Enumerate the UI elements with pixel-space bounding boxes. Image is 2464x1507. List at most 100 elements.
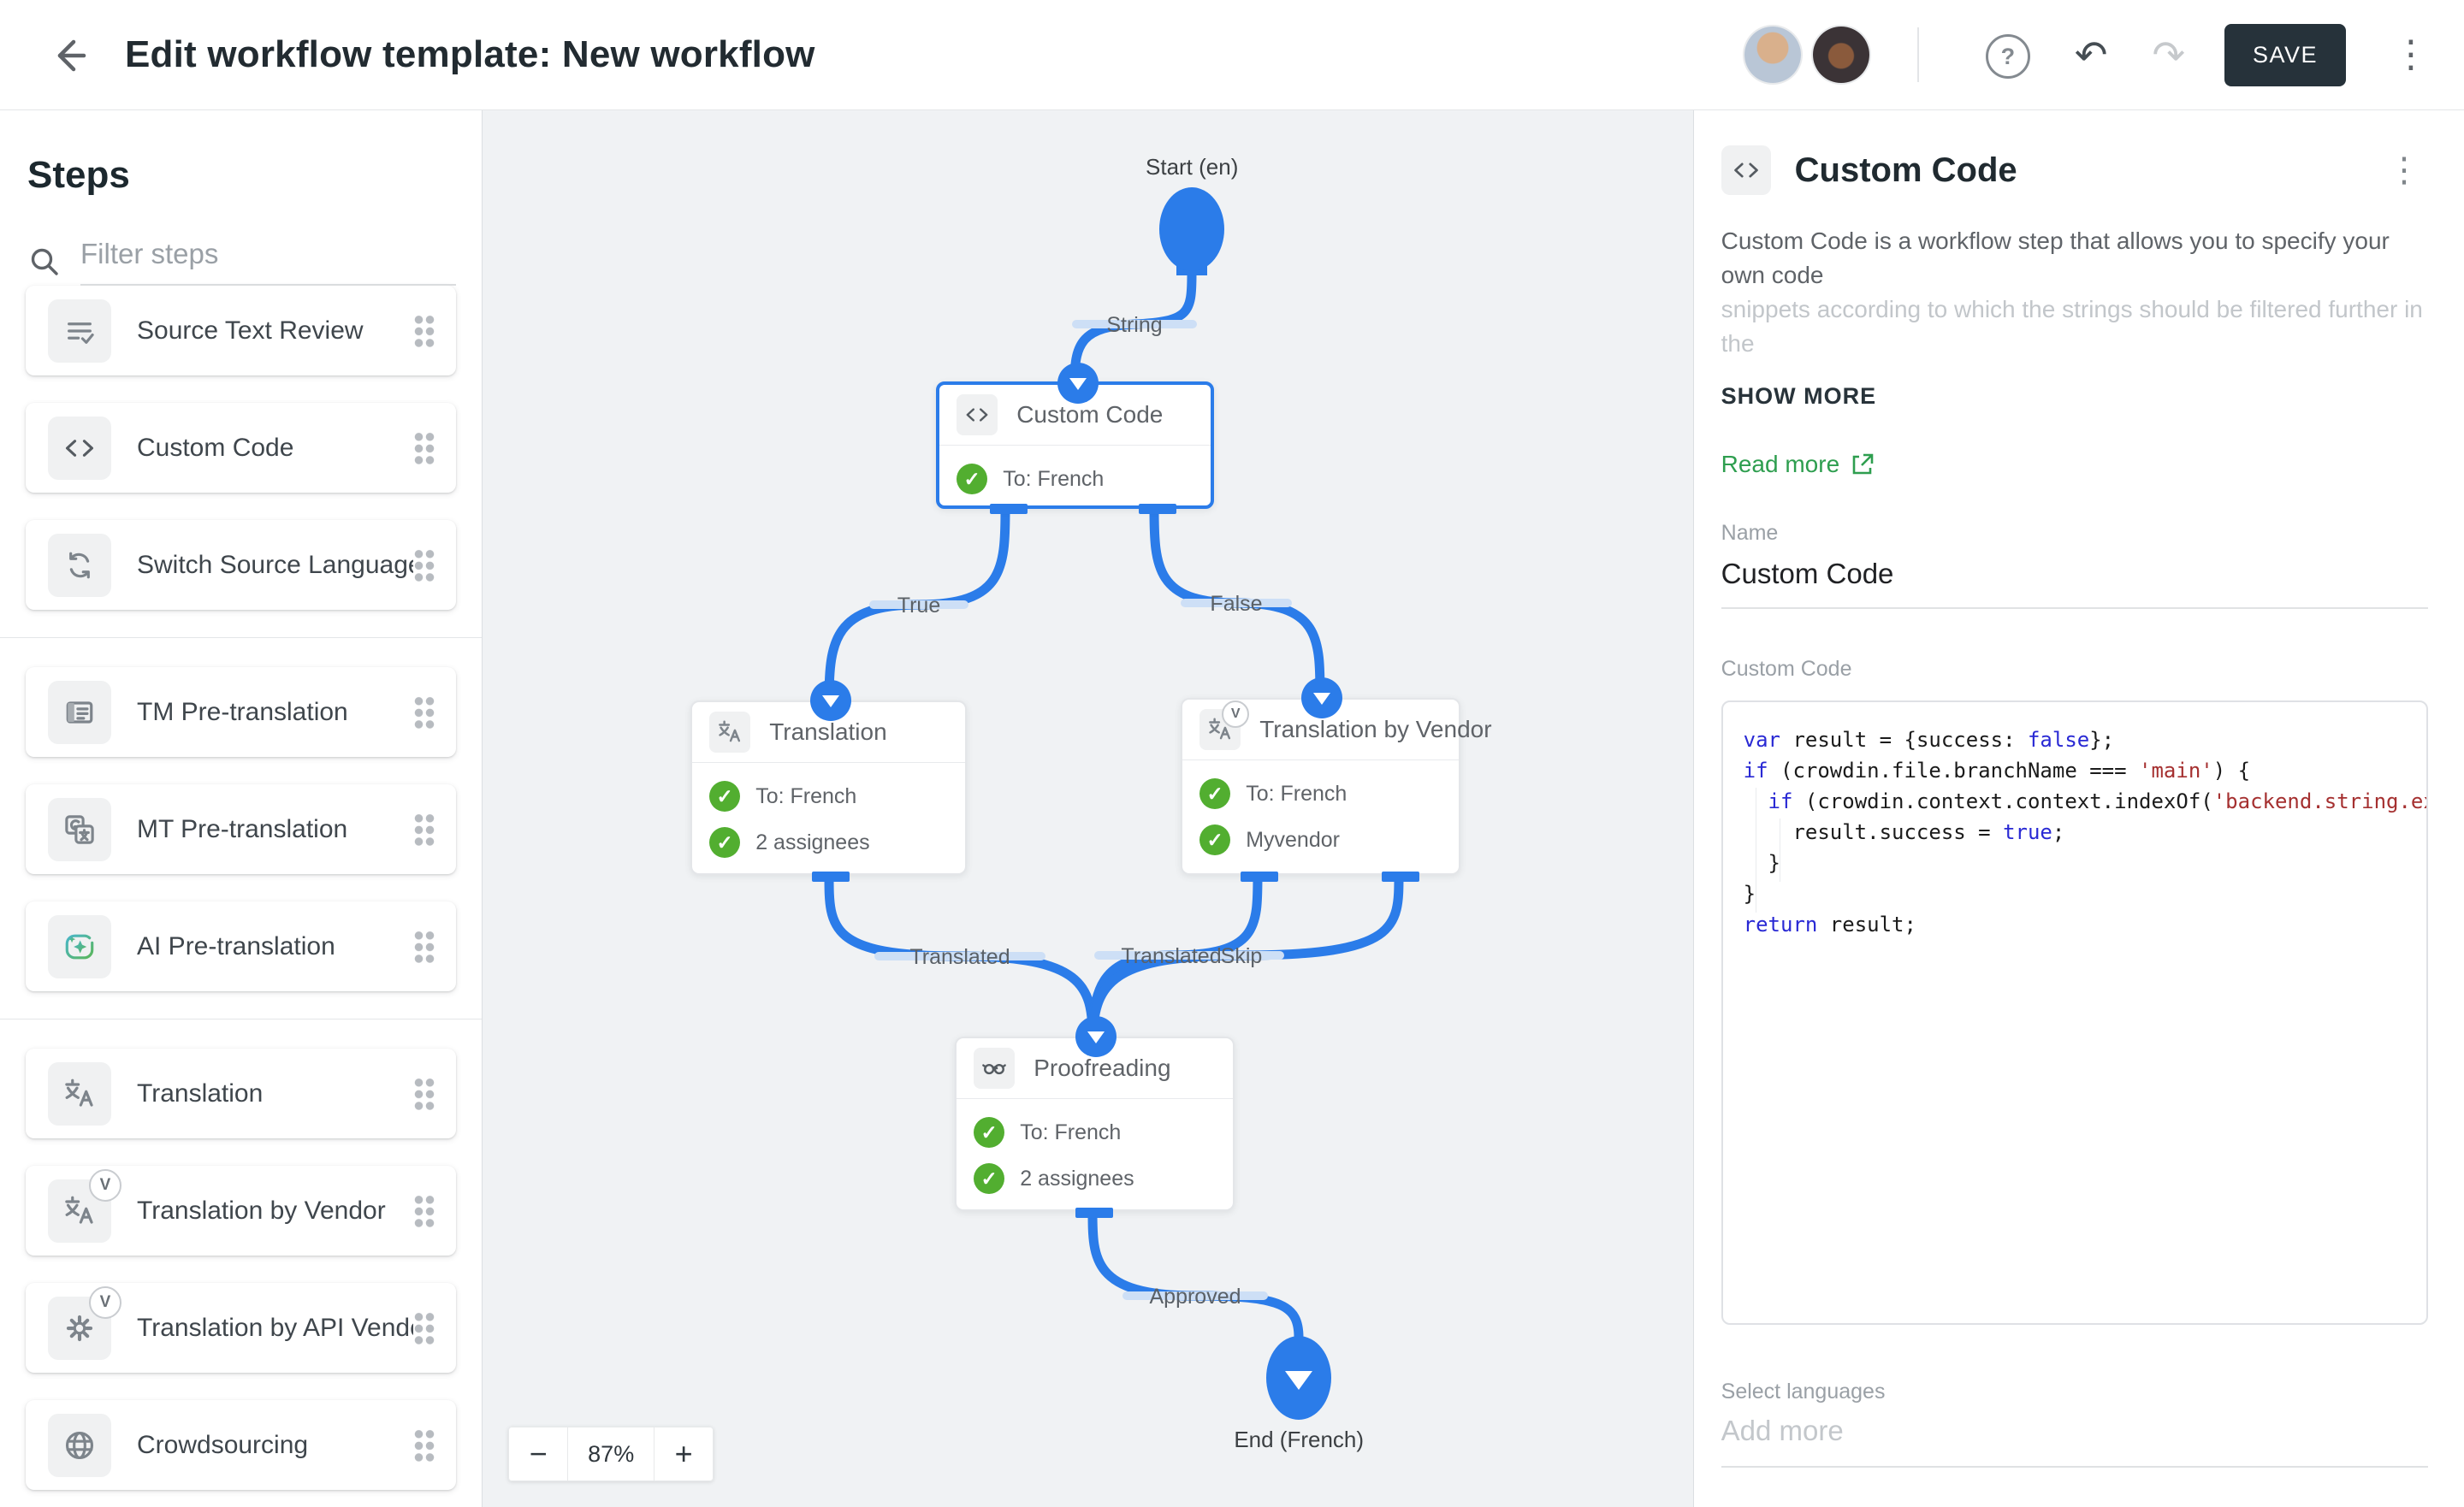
drag-handle-icon[interactable] bbox=[413, 695, 435, 730]
zoom-in-button[interactable]: + bbox=[654, 1427, 714, 1481]
code-line: result.success = true; bbox=[1744, 817, 2426, 848]
drag-handle-icon[interactable] bbox=[413, 431, 435, 465]
drag-handle-icon[interactable] bbox=[413, 548, 435, 582]
code-editor[interactable]: var result = {success: false};if (crowdi… bbox=[1721, 700, 2428, 1325]
check-icon: ✓ bbox=[709, 781, 740, 812]
zoom-out-button[interactable]: − bbox=[508, 1427, 568, 1481]
select-languages-label: Select languages bbox=[1721, 1380, 2428, 1404]
panel-title: Custom Code bbox=[1795, 151, 2380, 190]
node-row-label: To: French bbox=[1246, 782, 1347, 807]
sidebar-item-label: AI Pre-translation bbox=[137, 932, 413, 961]
search-icon bbox=[27, 245, 62, 279]
header-divider bbox=[1917, 27, 1919, 82]
drag-handle-icon[interactable] bbox=[413, 813, 435, 847]
kebab-menu-icon[interactable]: ⋮ bbox=[2392, 36, 2430, 74]
drag-handle-icon[interactable] bbox=[413, 1311, 435, 1345]
sidebar-item-source-text-review[interactable]: Source Text Review bbox=[26, 286, 456, 375]
node-row: ✓2 assignees bbox=[709, 819, 948, 866]
node-row-label: To: French bbox=[1020, 1120, 1121, 1145]
avatar[interactable] bbox=[1744, 27, 1801, 83]
node-row: ✓To: French bbox=[709, 773, 948, 819]
group-divider bbox=[0, 637, 482, 638]
code-line: if (crowdin.file.branchName === 'main') … bbox=[1744, 755, 2426, 786]
save-button[interactable]: SAVE bbox=[2224, 24, 2346, 86]
node-proofreading[interactable]: Proofreading ✓To: French✓2 assignees bbox=[955, 1037, 1235, 1211]
drag-handle-icon[interactable] bbox=[413, 1077, 435, 1111]
code-icon bbox=[957, 394, 998, 435]
name-field[interactable] bbox=[1721, 546, 2428, 609]
drag-handle-icon[interactable] bbox=[413, 1194, 435, 1228]
sidebar-item-custom-code[interactable]: Custom Code bbox=[26, 403, 456, 493]
redo-icon[interactable]: ↷ bbox=[2152, 35, 2185, 74]
edge-label-skip: Skip bbox=[1221, 944, 1263, 968]
output-stub[interactable] bbox=[812, 872, 850, 882]
sidebar-item-tm-pre-translation[interactable]: TM Pre-translation bbox=[26, 667, 456, 757]
input-marker-icon bbox=[1301, 677, 1342, 718]
show-more-button[interactable]: SHOW MORE bbox=[1721, 383, 1877, 410]
tm-pretranslation-icon bbox=[48, 681, 111, 744]
drag-handle-icon[interactable] bbox=[413, 314, 435, 348]
back-button[interactable] bbox=[38, 29, 89, 80]
sidebar-item-label: Custom Code bbox=[137, 434, 413, 463]
sidebar-title: Steps bbox=[27, 154, 482, 197]
app-header: Edit workflow template: New workflow ? ↶… bbox=[0, 0, 2464, 110]
input-marker-icon bbox=[1075, 1016, 1116, 1057]
node-translation[interactable]: Translation ✓To: French✓2 assignees bbox=[690, 700, 967, 875]
check-icon: ✓ bbox=[974, 1117, 1004, 1148]
glasses-icon bbox=[974, 1048, 1015, 1089]
drag-handle-icon[interactable] bbox=[413, 930, 435, 964]
check-icon: ✓ bbox=[957, 464, 987, 494]
add-language-input[interactable] bbox=[1721, 1404, 2428, 1468]
step-groups: Source Text Review Custom Code Switch Sour… bbox=[0, 286, 482, 1490]
undo-icon[interactable]: ↶ bbox=[2075, 35, 2108, 74]
read-more-link[interactable]: Read more bbox=[1721, 451, 1876, 478]
drag-handle-icon[interactable] bbox=[413, 1428, 435, 1463]
node-custom-code[interactable]: Custom Code ✓To: French bbox=[936, 381, 1214, 509]
sidebar-item-label: Translation bbox=[137, 1079, 413, 1108]
step-group: Source Text Review Custom Code Switch Sour… bbox=[0, 286, 482, 610]
avatar[interactable] bbox=[1813, 27, 1869, 83]
sidebar-item-translation-by-vendor[interactable]: VTranslation by Vendor bbox=[26, 1166, 456, 1256]
workflow-canvas[interactable]: String True False Translated Translated … bbox=[482, 109, 1693, 1507]
node-row: ✓To: French bbox=[1199, 771, 1442, 817]
node-translation-by-vendor[interactable]: V Translation by Vendor ✓To: French✓Myve… bbox=[1181, 698, 1460, 875]
start-node[interactable] bbox=[1159, 187, 1224, 271]
translate-icon bbox=[709, 712, 750, 753]
start-label: Start (en) bbox=[1063, 154, 1320, 180]
edge-label-false: False bbox=[1211, 592, 1263, 616]
end-node[interactable] bbox=[1266, 1336, 1331, 1420]
step-group: TM Pre-translation MT Pre-translation AI P… bbox=[0, 667, 482, 991]
name-label: Name bbox=[1721, 521, 2428, 546]
code-line: } bbox=[1744, 848, 2426, 878]
content: Steps Source Text Review Custom Code Switc… bbox=[0, 109, 2464, 1507]
sidebar-item-label: MT Pre-translation bbox=[137, 815, 413, 844]
output-stub[interactable] bbox=[1241, 872, 1278, 882]
output-stub[interactable] bbox=[990, 504, 1028, 514]
sidebar-item-switch-source-language[interactable]: Switch Source Language bbox=[26, 520, 456, 610]
kebab-menu-icon[interactable]: ⋮ bbox=[2380, 151, 2428, 190]
vendor-badge: V bbox=[1222, 700, 1249, 728]
sidebar-item-ai-pre-translation[interactable]: AI Pre-translation bbox=[26, 901, 456, 991]
filter-steps-input[interactable] bbox=[80, 238, 456, 286]
crowdsourcing-icon bbox=[48, 1414, 111, 1477]
sidebar-item-translation[interactable]: Translation bbox=[26, 1049, 456, 1138]
arrow-left-icon bbox=[43, 30, 94, 81]
output-stub[interactable] bbox=[1382, 872, 1419, 882]
code-line: if (crowdin.context.context.indexOf('bac… bbox=[1744, 786, 2426, 817]
sidebar-item-crowdsourcing[interactable]: Crowdsourcing bbox=[26, 1400, 456, 1490]
node-row: ✓Myvendor bbox=[1199, 817, 1442, 863]
sidebar-item-label: Source Text Review bbox=[137, 316, 413, 346]
node-row-label: Myvendor bbox=[1246, 828, 1340, 853]
zoom-toolbar: − 87% + bbox=[508, 1427, 714, 1481]
step-group: Translation VTranslation by Vendor VTransl… bbox=[0, 1049, 482, 1490]
external-link-icon bbox=[1850, 452, 1875, 477]
node-row-label: 2 assignees bbox=[1020, 1167, 1134, 1191]
sidebar-item-translation-by-api-vendor[interactable]: VTranslation by API Vendor bbox=[26, 1283, 456, 1373]
sidebar-item-mt-pre-translation[interactable]: MT Pre-translation bbox=[26, 784, 456, 874]
help-icon[interactable]: ? bbox=[1986, 31, 2030, 80]
sidebar-item-label: Translation by Vendor bbox=[137, 1197, 413, 1226]
output-stub[interactable] bbox=[1075, 1208, 1113, 1218]
output-stub[interactable] bbox=[1139, 504, 1176, 514]
code-icon bbox=[1721, 145, 1771, 195]
code-line: var result = {success: false}; bbox=[1744, 724, 2426, 755]
